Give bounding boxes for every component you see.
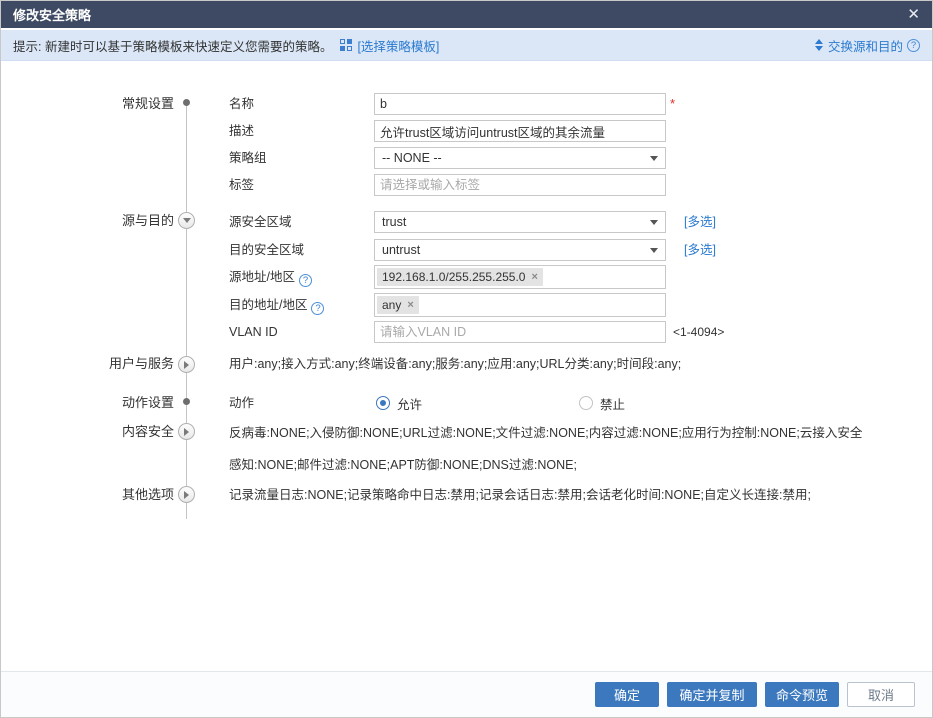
vlan-input[interactable]	[374, 321, 666, 343]
dst-addr-chip: any ×	[377, 296, 419, 314]
section-toggle-other[interactable]	[178, 486, 195, 503]
description-label: 描述	[229, 120, 371, 142]
help-icon[interactable]: ?	[907, 39, 920, 52]
src-zone-select[interactable]: trust	[374, 211, 666, 233]
dst-zone-value: untrust	[382, 243, 420, 257]
ok-button[interactable]: 确定	[595, 682, 659, 707]
dst-addr-label-text: 目的地址/地区	[229, 298, 307, 312]
name-label: 名称	[229, 93, 371, 115]
dst-zone-multi-select-link[interactable]: [多选]	[684, 239, 716, 261]
swap-source-dest-label: 交换源和目的	[828, 36, 903, 55]
section-bullet-action	[183, 398, 190, 405]
tag-input[interactable]	[374, 174, 666, 196]
required-asterisk: *	[670, 93, 675, 115]
description-input[interactable]	[374, 120, 666, 142]
dst-zone-label: 目的安全区域	[229, 239, 371, 261]
action-allow-radio[interactable]: 允许	[376, 395, 422, 411]
name-input[interactable]	[374, 93, 666, 115]
vlan-range-hint: <1-4094>	[673, 321, 724, 343]
src-zone-label: 源安全区域	[229, 211, 371, 233]
triangle-down-icon	[183, 218, 191, 223]
chip-text: 192.168.1.0/255.255.255.0	[382, 270, 525, 284]
modify-security-policy-dialog: 修改安全策略 ✕ 提示: 新建时可以基于策略模板来快速定义您需要的策略。 [选择…	[0, 0, 933, 718]
section-label-content-security: 内容安全	[59, 421, 174, 443]
swap-icon	[815, 39, 823, 51]
command-preview-button[interactable]: 命令预览	[765, 682, 839, 707]
chip-text: any	[382, 298, 401, 312]
remove-chip-icon[interactable]: ×	[531, 271, 537, 283]
section-label-other: 其他选项	[59, 484, 174, 506]
dialog-titlebar: 修改安全策略 ✕	[1, 1, 932, 28]
ok-and-copy-button[interactable]: 确定并复制	[667, 682, 757, 707]
section-label-source-dest: 源与目的	[59, 210, 174, 232]
cancel-button[interactable]: 取消	[847, 682, 915, 707]
section-toggle-content-security[interactable]	[178, 423, 195, 440]
policy-group-select[interactable]: -- NONE --	[374, 147, 666, 169]
section-timeline	[186, 101, 187, 519]
dialog-title: 修改安全策略	[13, 5, 91, 24]
section-bullet-general	[183, 99, 190, 106]
src-zone-multi-select-link[interactable]: [多选]	[684, 211, 716, 233]
deny-label: 禁止	[600, 394, 625, 413]
remove-chip-icon[interactable]: ×	[407, 299, 413, 311]
dst-addr-label: 目的地址/地区?	[229, 294, 371, 316]
src-addr-chip: 192.168.1.0/255.255.255.0 ×	[377, 268, 543, 286]
policy-group-label: 策略组	[229, 147, 371, 169]
vlan-label: VLAN ID	[229, 321, 371, 343]
tag-label: 标签	[229, 174, 371, 196]
help-icon[interactable]: ?	[299, 274, 312, 287]
section-label-user-service: 用户与服务	[59, 353, 174, 375]
swap-source-dest-control[interactable]: 交换源和目的 ?	[815, 36, 920, 55]
dialog-footer: 确定 确定并复制 命令预览 取消	[1, 671, 932, 717]
user-service-summary: 用户:any;接入方式:any;终端设备:any;服务:any;应用:any;U…	[229, 353, 889, 375]
section-label-action: 动作设置	[59, 392, 174, 414]
allow-label: 允许	[397, 394, 422, 413]
hint-text: 提示: 新建时可以基于策略模板来快速定义您需要的策略。	[13, 36, 332, 55]
dst-zone-select[interactable]: untrust	[374, 239, 666, 261]
section-toggle-source-dest[interactable]	[178, 212, 195, 229]
section-toggle-user-service[interactable]	[178, 356, 195, 373]
dst-addr-input[interactable]: any ×	[374, 293, 666, 317]
template-icon	[340, 39, 352, 51]
chevron-down-icon	[650, 156, 658, 161]
help-icon[interactable]: ?	[311, 302, 324, 315]
action-label: 动作	[229, 392, 371, 414]
content-security-summary: 反病毒:NONE;入侵防御:NONE;URL过滤:NONE;文件过滤:NONE;…	[229, 417, 874, 481]
section-label-general: 常规设置	[59, 93, 174, 115]
radio-selected-icon	[376, 396, 390, 410]
triangle-right-icon	[184, 491, 189, 499]
src-addr-label: 源地址/地区?	[229, 266, 371, 288]
chevron-down-icon	[650, 248, 658, 253]
close-icon[interactable]: ✕	[907, 7, 920, 22]
triangle-right-icon	[184, 428, 189, 436]
triangle-right-icon	[184, 361, 189, 369]
src-addr-input[interactable]: 192.168.1.0/255.255.255.0 ×	[374, 265, 666, 289]
radio-unselected-icon	[579, 396, 593, 410]
chevron-down-icon	[650, 220, 658, 225]
src-zone-value: trust	[382, 215, 406, 229]
select-template-link[interactable]: [选择策略模板]	[357, 36, 439, 55]
hint-bar: 提示: 新建时可以基于策略模板来快速定义您需要的策略。 [选择策略模板] 交换源…	[1, 30, 932, 61]
src-addr-label-text: 源地址/地区	[229, 270, 295, 284]
action-deny-radio[interactable]: 禁止	[579, 395, 625, 411]
policy-group-value: -- NONE --	[382, 151, 442, 165]
other-options-summary: 记录流量日志:NONE;记录策略命中日志:禁用;记录会话日志:禁用;会话老化时间…	[229, 484, 889, 506]
